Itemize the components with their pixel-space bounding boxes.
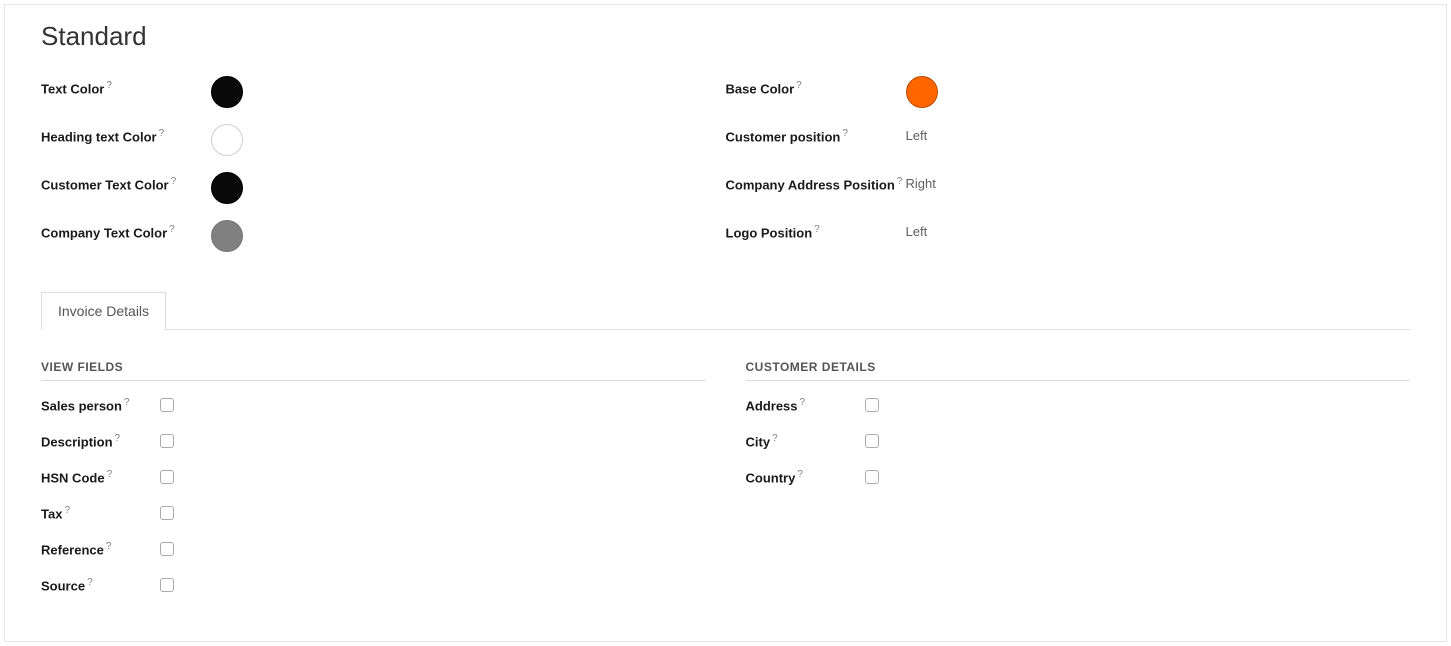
view-fields-panel: VIEW FIELDS Sales person? Description? H… [41, 360, 706, 611]
page-title: Standard [41, 21, 1446, 52]
country-row: Country? [746, 467, 1411, 487]
source-row: Source? [41, 575, 706, 595]
help-icon[interactable]: ? [169, 224, 175, 235]
label-text: Customer Text Color [41, 177, 169, 192]
company-text-color-label: Company Text Color? [41, 220, 211, 240]
left-column: Text Color? Heading text Color? Customer… [41, 76, 726, 268]
customer-text-color-label: Customer Text Color? [41, 172, 211, 192]
label-text: Country [746, 470, 796, 485]
label-text: Reference [41, 542, 104, 557]
label-text: City [746, 434, 771, 449]
label-text: Source [41, 578, 85, 593]
heading-text-color-label: Heading text Color? [41, 124, 211, 144]
help-icon[interactable]: ? [814, 224, 820, 235]
label-text: Text Color [41, 81, 104, 96]
city-checkbox[interactable] [865, 434, 879, 448]
company-text-color-swatch[interactable] [211, 220, 243, 252]
address-checkbox[interactable] [865, 398, 879, 412]
customer-details-title: CUSTOMER DETAILS [746, 360, 1411, 381]
base-color-swatch[interactable] [906, 76, 938, 108]
base-color-row: Base Color? [726, 76, 1411, 110]
logo-position-row: Logo Position? Left [726, 220, 1411, 254]
text-color-row: Text Color? [41, 76, 726, 110]
help-icon[interactable]: ? [897, 176, 903, 187]
text-color-label: Text Color? [41, 76, 211, 96]
logo-position-label: Logo Position? [726, 220, 906, 240]
heading-text-color-swatch[interactable] [211, 124, 243, 156]
top-form: Text Color? Heading text Color? Customer… [5, 76, 1446, 268]
sales-person-row: Sales person? [41, 395, 706, 415]
customer-text-color-row: Customer Text Color? [41, 172, 726, 206]
customer-details-panel: CUSTOMER DETAILS Address? City? Country? [746, 360, 1411, 611]
customer-position-value[interactable]: Left [906, 124, 928, 143]
tax-checkbox[interactable] [160, 506, 174, 520]
help-icon[interactable]: ? [772, 433, 778, 444]
label-text: Address [746, 398, 798, 413]
tax-row: Tax? [41, 503, 706, 523]
description-checkbox[interactable] [160, 434, 174, 448]
help-icon[interactable]: ? [171, 176, 177, 187]
label-text: Logo Position [726, 225, 813, 240]
label-text: Sales person [41, 398, 122, 413]
company-address-position-value[interactable]: Right [906, 172, 936, 191]
label-text: Description [41, 434, 113, 449]
city-row: City? [746, 431, 1411, 451]
label-text: Tax [41, 506, 62, 521]
help-icon[interactable]: ? [159, 128, 165, 139]
customer-position-label: Customer position? [726, 124, 906, 144]
help-icon[interactable]: ? [842, 128, 848, 139]
address-row: Address? [746, 395, 1411, 415]
label-text: HSN Code [41, 470, 105, 485]
help-icon[interactable]: ? [115, 433, 121, 444]
help-icon[interactable]: ? [796, 80, 802, 91]
tax-label: Tax? [41, 505, 156, 521]
label-text: Base Color [726, 81, 795, 96]
label-text: Customer position [726, 129, 841, 144]
tab-invoice-details[interactable]: Invoice Details [41, 292, 166, 330]
customer-text-color-swatch[interactable] [211, 172, 243, 204]
view-fields-title: VIEW FIELDS [41, 360, 706, 381]
sales-person-label: Sales person? [41, 397, 156, 413]
sales-person-checkbox[interactable] [160, 398, 174, 412]
address-label: Address? [746, 397, 861, 413]
label-text: Company Text Color [41, 225, 167, 240]
tab-bar: Invoice Details [41, 292, 1410, 330]
text-color-swatch[interactable] [211, 76, 243, 108]
source-label: Source? [41, 577, 156, 593]
help-icon[interactable]: ? [800, 397, 806, 408]
help-icon[interactable]: ? [87, 577, 93, 588]
heading-text-color-row: Heading text Color? [41, 124, 726, 158]
hsn-code-row: HSN Code? [41, 467, 706, 487]
reference-checkbox[interactable] [160, 542, 174, 556]
source-checkbox[interactable] [160, 578, 174, 592]
country-label: Country? [746, 469, 861, 485]
help-icon[interactable]: ? [124, 397, 130, 408]
company-address-position-row: Company Address Position? Right [726, 172, 1411, 206]
city-label: City? [746, 433, 861, 449]
hsn-code-label: HSN Code? [41, 469, 156, 485]
customer-position-row: Customer position? Left [726, 124, 1411, 158]
reference-label: Reference? [41, 541, 156, 557]
label-text: Company Address Position [726, 177, 895, 192]
country-checkbox[interactable] [865, 470, 879, 484]
base-color-label: Base Color? [726, 76, 906, 96]
label-text: Heading text Color [41, 129, 157, 144]
hsn-code-checkbox[interactable] [160, 470, 174, 484]
form-sheet: Standard Text Color? Heading text Color?… [4, 4, 1447, 642]
help-icon[interactable]: ? [106, 541, 112, 552]
logo-position-value[interactable]: Left [906, 220, 928, 239]
company-text-color-row: Company Text Color? [41, 220, 726, 254]
help-icon[interactable]: ? [106, 80, 112, 91]
help-icon[interactable]: ? [64, 505, 70, 516]
details-area: VIEW FIELDS Sales person? Description? H… [5, 330, 1446, 611]
help-icon[interactable]: ? [797, 469, 803, 480]
description-row: Description? [41, 431, 706, 451]
right-column: Base Color? Customer position? Left Comp… [726, 76, 1411, 268]
reference-row: Reference? [41, 539, 706, 559]
help-icon[interactable]: ? [107, 469, 113, 480]
description-label: Description? [41, 433, 156, 449]
company-address-position-label: Company Address Position? [726, 172, 906, 192]
